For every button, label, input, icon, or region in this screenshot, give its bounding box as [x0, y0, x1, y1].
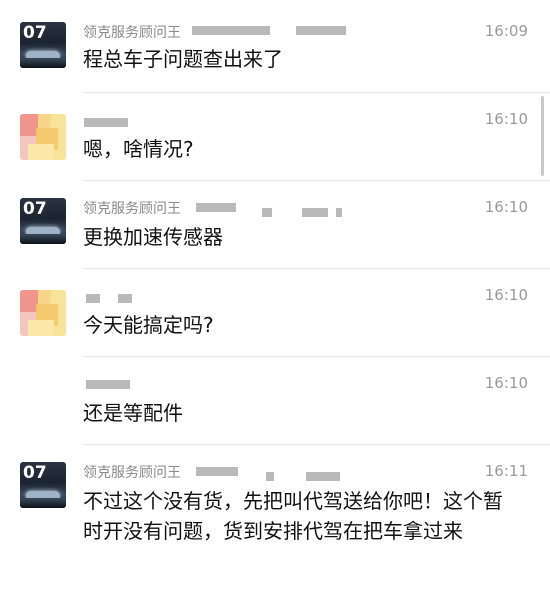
avatar-label: 07 — [23, 199, 47, 219]
divider — [83, 92, 550, 93]
message-text[interactable]: 更换加速传感器 — [83, 222, 520, 252]
scrollbar[interactable] — [541, 96, 544, 176]
redacted-name — [192, 26, 270, 35]
car-icon — [26, 491, 60, 498]
message-time: 16:10 — [484, 198, 528, 216]
divider — [83, 268, 550, 269]
redacted-name — [86, 380, 130, 389]
redacted-name — [196, 467, 238, 476]
avatar-label: 07 — [23, 23, 47, 43]
sender-name: 领克服务顾问王 — [83, 465, 181, 481]
message-time: 16:09 — [484, 22, 528, 40]
sender-avatar[interactable] — [20, 290, 66, 336]
sender-avatar[interactable]: 07 — [20, 462, 66, 508]
message-text[interactable]: 嗯，啥情况? — [83, 134, 520, 164]
message-text[interactable]: 程总车子问题查出来了 — [83, 44, 520, 74]
message-text[interactable]: 还是等配件 — [83, 398, 520, 428]
message-time: 16:10 — [484, 374, 528, 392]
redacted-name — [86, 294, 100, 303]
car-icon — [26, 51, 60, 58]
divider — [83, 356, 550, 357]
message-text[interactable]: 今天能搞定吗? — [83, 310, 520, 340]
message-text[interactable]: 不过这个没有货，先把叫代驾送给你吧！这个暂时开没有问题，货到安排代驾在把车拿过来 — [83, 486, 520, 546]
sender-name: 领克服务顾问王 — [83, 25, 181, 41]
message-time: 16:11 — [484, 462, 528, 480]
divider — [83, 444, 550, 445]
divider — [83, 180, 550, 181]
avatar-label: 07 — [23, 463, 47, 483]
redacted-name — [196, 203, 236, 212]
message-time: 16:10 — [484, 286, 528, 304]
redacted-name — [84, 118, 128, 127]
sender-avatar[interactable]: 07 — [20, 198, 66, 244]
sender-avatar[interactable]: 07 — [20, 22, 66, 68]
message-time: 16:10 — [484, 110, 528, 128]
sender-avatar[interactable] — [20, 114, 66, 160]
sender-name: 领克服务顾问王 — [83, 201, 181, 217]
car-icon — [26, 227, 60, 234]
